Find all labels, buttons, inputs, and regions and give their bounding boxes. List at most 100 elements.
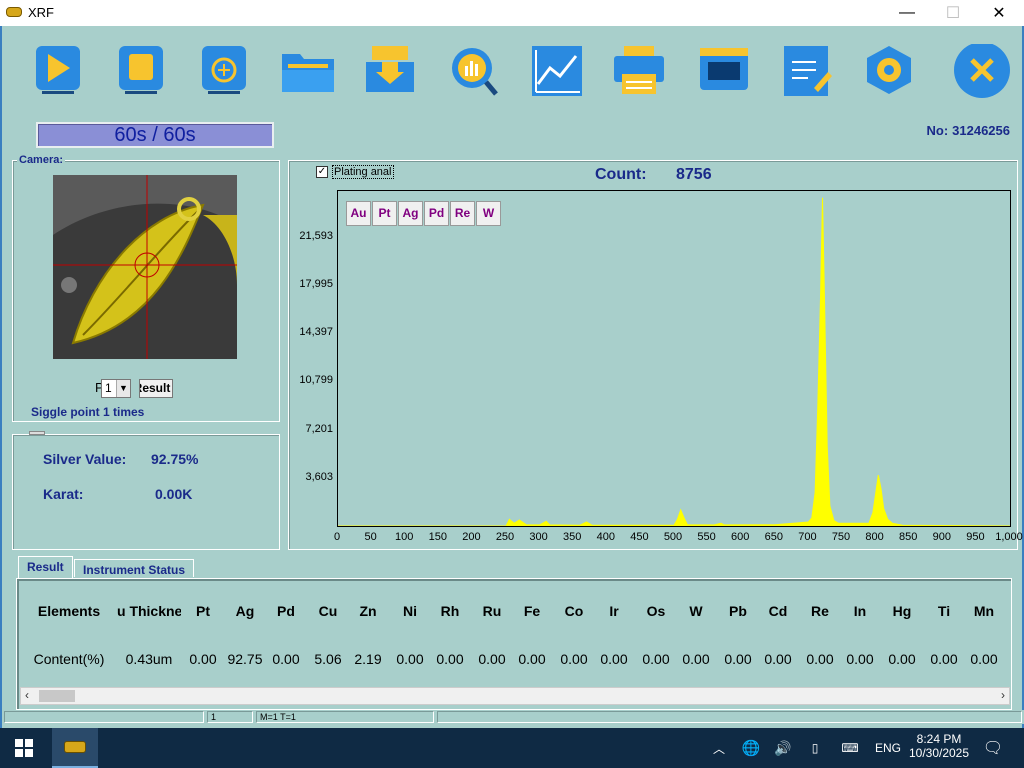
refresh-icon (202, 46, 246, 94)
start-button[interactable] (34, 44, 82, 96)
status-cell-2: M=1 T=1 (256, 711, 434, 723)
download-icon (366, 46, 414, 92)
language-indicator[interactable]: ENG (872, 728, 904, 768)
table-cell: 0.00 (806, 651, 834, 667)
element-buttons: Au Pt Ag Pd Re W (346, 201, 502, 226)
table-header-cell: Ir (609, 603, 619, 619)
maximize-button[interactable]: ☐ (930, 0, 976, 26)
gear-icon (867, 46, 911, 94)
camera-group: Camera: P 1 ▼ Result Siggle point 1 time (12, 154, 280, 422)
scroll-thumb[interactable] (39, 690, 75, 702)
tab-instrument-status[interactable]: Instrument Status (74, 559, 195, 577)
camera-label: Camera: (17, 154, 66, 166)
stop-button[interactable] (117, 44, 165, 96)
start-menu-button[interactable] (0, 728, 48, 768)
table-cell: 0.00 (724, 651, 752, 667)
spectrum-plot (337, 190, 1011, 527)
settings-button[interactable] (862, 44, 916, 96)
result-button-label: Result (140, 381, 171, 395)
table-cell: 0.43um (125, 651, 173, 667)
printer-icon (614, 46, 664, 94)
table-cell: 0.00 (642, 651, 670, 667)
element-button-au[interactable]: Au (346, 201, 371, 226)
tab-result[interactable]: Result (18, 556, 73, 578)
clock[interactable]: 8:24 PM 10/30/2025 (908, 732, 970, 760)
table-cell: Content(%) (33, 651, 105, 667)
notifications-icon[interactable]: 🗨 (978, 728, 1008, 768)
element-button-ag[interactable]: Ag (398, 201, 423, 226)
camera-image (53, 175, 237, 359)
element-button-w[interactable]: W (476, 201, 501, 226)
app-window: 60s / 60s No: 31246256 Camera: P 1 ▼ esu… (0, 26, 1024, 728)
karat-value: 0.00K (155, 486, 193, 502)
scroll-right-icon[interactable]: › (1001, 688, 1005, 702)
table-header-cell: Co (564, 603, 584, 619)
open-folder-button[interactable] (280, 44, 336, 96)
serial-label: No: (926, 123, 949, 138)
table-cell: 0.00 (396, 651, 424, 667)
element-button-pt[interactable]: Pt (372, 201, 397, 226)
import-button[interactable] (364, 44, 416, 96)
horizontal-scrollbar[interactable]: ‹ › (20, 687, 1010, 705)
table-header-cell: Cd (768, 603, 788, 619)
curve-button[interactable] (530, 44, 584, 96)
exit-button[interactable] (952, 42, 1012, 98)
status-cell-empty (4, 711, 204, 723)
taskbar: ︿ 🌐 🔊 ▯ ⌨ ENG 8:24 PM 10/30/2025 🗨 (0, 728, 1024, 768)
edit-document-icon (784, 46, 832, 96)
print-button[interactable] (612, 44, 666, 96)
table-header-cell: u Thicknes (117, 603, 181, 619)
network-globe-icon[interactable]: 🌐 (740, 728, 762, 768)
keyboard-icon[interactable]: ⌨ (836, 728, 864, 768)
status-bar: 1 M=1 T=1 (4, 710, 1024, 724)
report-button[interactable] (780, 44, 832, 96)
y-tick-label: 17,995 (299, 277, 333, 290)
y-tick-label: 21,593 (299, 229, 333, 242)
table-header-cell: Ni (403, 603, 417, 619)
table-cell: 0.00 (560, 651, 588, 667)
volume-icon[interactable]: 🔊 (772, 728, 794, 768)
close-circle-icon (954, 42, 1010, 98)
minimize-button[interactable]: — (884, 0, 930, 26)
element-button-re[interactable]: Re (450, 201, 475, 226)
calibrate-button[interactable] (200, 44, 248, 96)
slider-handle[interactable] (29, 431, 45, 435)
battery-icon[interactable]: ▯ (804, 728, 826, 768)
analyze-button[interactable] (448, 44, 500, 96)
table-header-cell: Os (646, 603, 666, 619)
table-cell: 0.00 (436, 651, 464, 667)
scroll-left-icon[interactable]: ‹ (25, 688, 29, 702)
xrf-app-icon (64, 741, 86, 753)
table-cell: 0.00 (888, 651, 916, 667)
table-header-cell: Rh (440, 603, 460, 619)
table-cell: 92.75 (227, 651, 263, 667)
y-tick-label: 7,201 (305, 422, 333, 435)
table-header-cell: Cu (318, 603, 338, 619)
result-button[interactable]: Result (139, 379, 173, 398)
table-header-cell: Ag (235, 603, 255, 619)
plating-checkbox[interactable]: ✓ (316, 166, 328, 178)
chevron-down-icon: ▼ (116, 380, 130, 397)
measurement-timer: 60s / 60s (36, 122, 274, 148)
element-button-pd[interactable]: Pd (424, 201, 449, 226)
count-value: 8756 (676, 166, 712, 183)
display-button[interactable] (698, 44, 750, 96)
close-button[interactable]: ✕ (976, 0, 1022, 26)
title-bar: XRF — ☐ ✕ (0, 0, 1024, 26)
serial-number: No: 31246256 (926, 123, 1010, 138)
table-cell: 0.00 (600, 651, 628, 667)
table-header-cell: Pt (196, 603, 210, 619)
status-cell-rest (437, 711, 1022, 723)
magnifier-chart-icon (452, 48, 498, 96)
point-select[interactable]: 1 ▼ (101, 379, 131, 398)
x-tick-label: 1,000 (995, 531, 1023, 543)
silver-value: 92.75% (151, 451, 199, 467)
table-cell: 2.19 (354, 651, 382, 667)
tray-chevron-up-icon[interactable]: ︿ (708, 728, 730, 768)
taskbar-xrf-app[interactable] (52, 728, 98, 768)
result-table: Elements u Thicknes Pt Ag Pd Cu Zn Ni Rh Ru Fe Co Ir… (21, 583, 1009, 691)
stop-icon (119, 46, 163, 94)
table-cell: 0.00 (930, 651, 958, 667)
table-header-cell: Ti (937, 603, 951, 619)
count-label: Count: (595, 166, 647, 183)
